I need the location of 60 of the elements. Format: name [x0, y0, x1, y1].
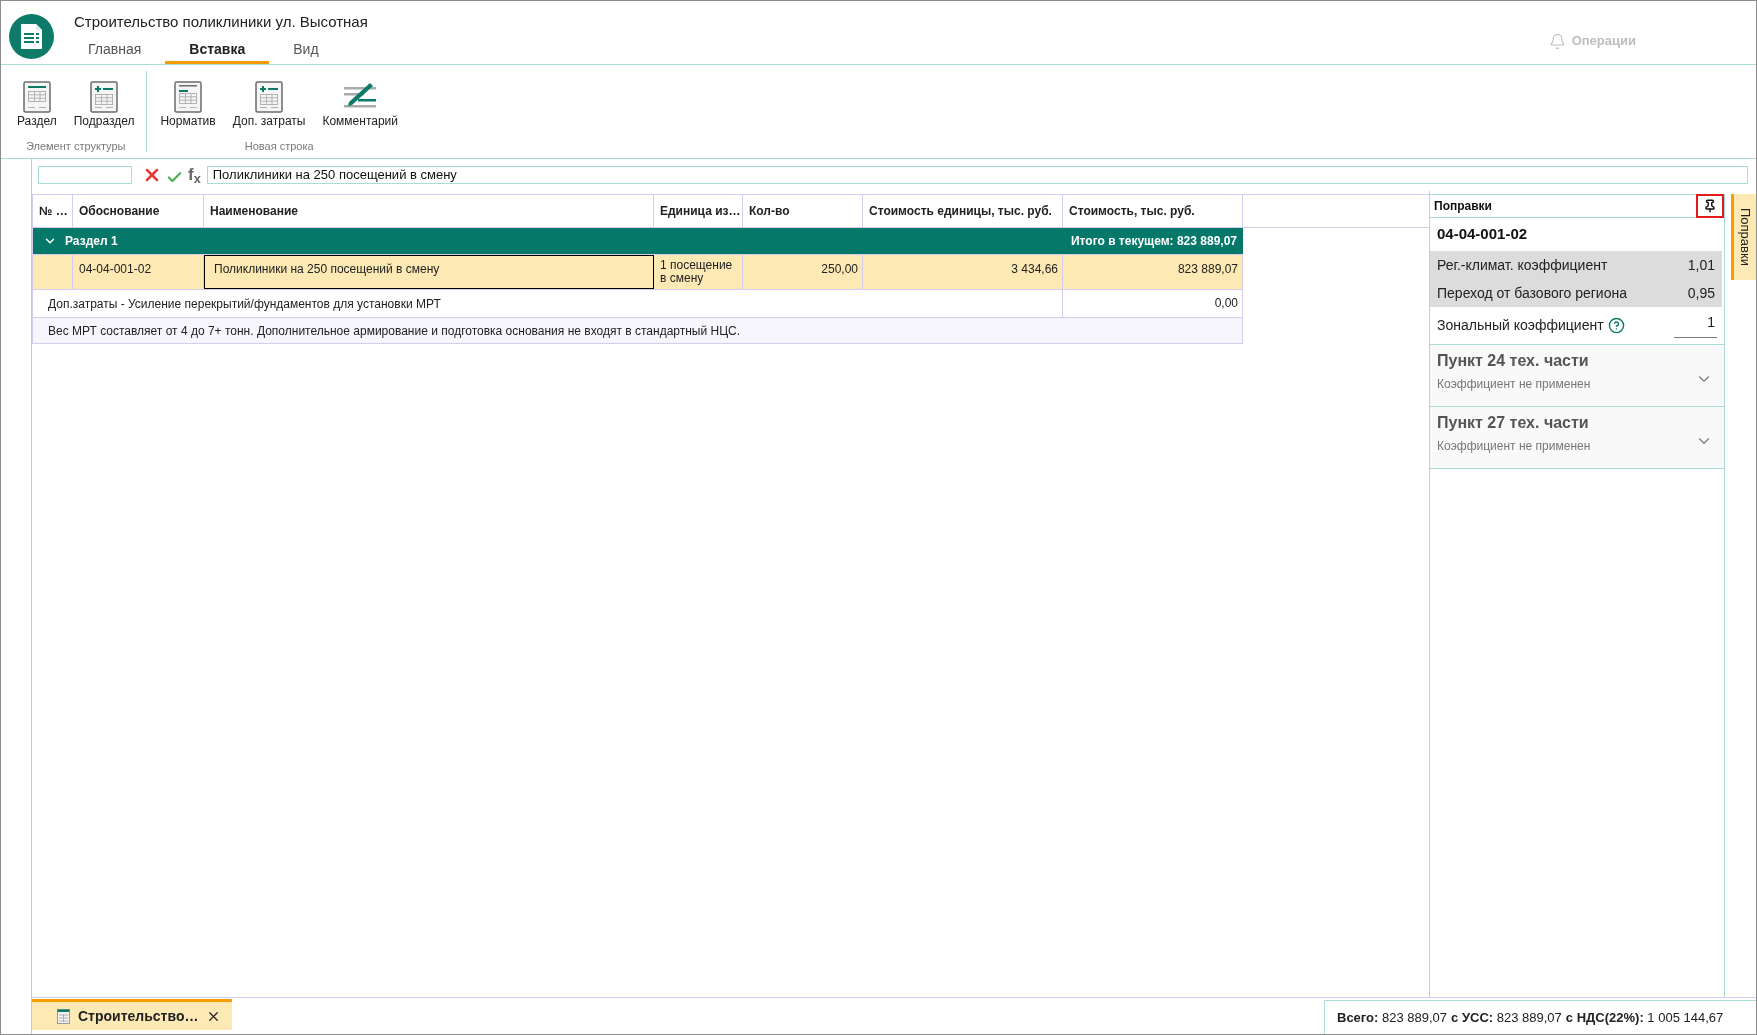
- table-cell[interactable]: Поликлиники на 250 посещений в смену: [204, 255, 654, 289]
- document-tab[interactable]: Строительство…: [32, 999, 232, 1030]
- ribbon-button[interactable]: Подраздел: [66, 81, 142, 128]
- section-title: Пункт 27 тех. части: [1437, 413, 1590, 432]
- cell-reference-field[interactable]: [38, 166, 132, 184]
- pin-icon: [1703, 199, 1717, 213]
- table-header-cell[interactable]: № …: [33, 195, 73, 227]
- ribbon-tab[interactable]: Вставка: [165, 36, 270, 64]
- ribbon-group-label: Новая строка: [243, 140, 315, 153]
- section-title: Пункт 24 тех. части: [1437, 351, 1590, 370]
- table-cell: 250,00: [743, 255, 863, 289]
- section-label: Раздел 1: [65, 233, 118, 250]
- table-document-icon: [22, 81, 51, 113]
- table-cell: 04-04-001-02: [73, 255, 204, 289]
- section-subtitle: Коэффициент не применен: [1437, 439, 1591, 453]
- table-row[interactable]: 04-04-001-02 Поликлиники на 250 посещений в смену 1 посещение в смену 250,00 3 434,66 823 889,07: [33, 255, 1243, 290]
- coefficient-input[interactable]: 1: [1674, 313, 1717, 338]
- status-total: Всего: 823 889,07: [1337, 1008, 1448, 1027]
- panel-title: Поправки: [1433, 198, 1492, 215]
- section-total: Итого в текущем: 823 889,07: [1070, 233, 1237, 250]
- coefficient-value: 0,95: [1687, 283, 1715, 303]
- table-icon: [57, 1008, 70, 1024]
- table-cell: Доп.затраты - Усиление перекрытий/фундаментов для установки МРТ: [33, 290, 1063, 317]
- coefficient-value: 1,01: [1687, 255, 1715, 275]
- table-cell: 1 посещение в смену: [654, 255, 743, 289]
- table-header-cell[interactable]: Стоимость единицы, тыс. руб.: [863, 195, 1063, 227]
- table-header-cell[interactable]: Единица из…: [654, 195, 743, 227]
- side-tab[interactable]: Поправки: [1731, 194, 1756, 280]
- ribbon-button[interactable]: Норматив: [153, 81, 223, 128]
- table-header-cell[interactable]: Стоимость, тыс. руб.: [1063, 195, 1243, 227]
- formula-field[interactable]: Поликлиники на 250 посещений в смену: [206, 166, 1748, 184]
- norm-code: 04-04-001-02: [1437, 224, 1528, 245]
- table-header-cell[interactable]: Наименование: [204, 195, 654, 227]
- add-row-document-icon: [255, 81, 284, 113]
- status-total: с УСС: 823 889,07: [1451, 1008, 1562, 1027]
- add-row-document-icon: [90, 81, 119, 113]
- status-total: с НДС(22%): 1 005 144,67: [1565, 1008, 1724, 1027]
- comment-text: Вес МРТ составляет от 4 до 7+ тонн. Дополнительное армирование и подготовка основания не входят в стандартный НЦС.: [47, 322, 741, 340]
- ribbon-button[interactable]: Доп. затраты: [225, 81, 313, 128]
- table-cell: 3 434,66: [863, 255, 1063, 289]
- table-document-icon: [174, 81, 203, 113]
- table-cell: 0,00: [1063, 290, 1243, 317]
- ribbon-group-label: Элемент структуры: [25, 140, 127, 153]
- ribbon-button[interactable]: Раздел: [10, 81, 64, 128]
- help-icon[interactable]: [1607, 317, 1625, 334]
- coefficient-label: Рег.-климат. коэффициент: [1437, 255, 1608, 275]
- coefficient-label: Переход от базового региона: [1437, 283, 1627, 303]
- document-logo-icon: [9, 14, 54, 59]
- table-header-cell[interactable]: Кол-во: [743, 195, 863, 227]
- table-cell: 823 889,07: [1063, 255, 1243, 289]
- ribbon-tab[interactable]: Главная: [64, 36, 166, 64]
- pin-button[interactable]: [1696, 194, 1724, 218]
- function-button[interactable]: f$_{x}$: [188, 166, 201, 184]
- table-header-cell[interactable]: Обоснование: [73, 195, 204, 227]
- bell-icon: [1548, 32, 1566, 50]
- document-title: Строительство поликлиники ул. Высотная: [73, 13, 368, 31]
- ribbon-tab[interactable]: Вид: [269, 36, 343, 64]
- coefficient-label: Зональный коэффициент: [1437, 316, 1604, 335]
- ribbon-button[interactable]: Комментарий: [315, 81, 405, 128]
- section-subtitle: Коэффициент не применен: [1437, 377, 1591, 391]
